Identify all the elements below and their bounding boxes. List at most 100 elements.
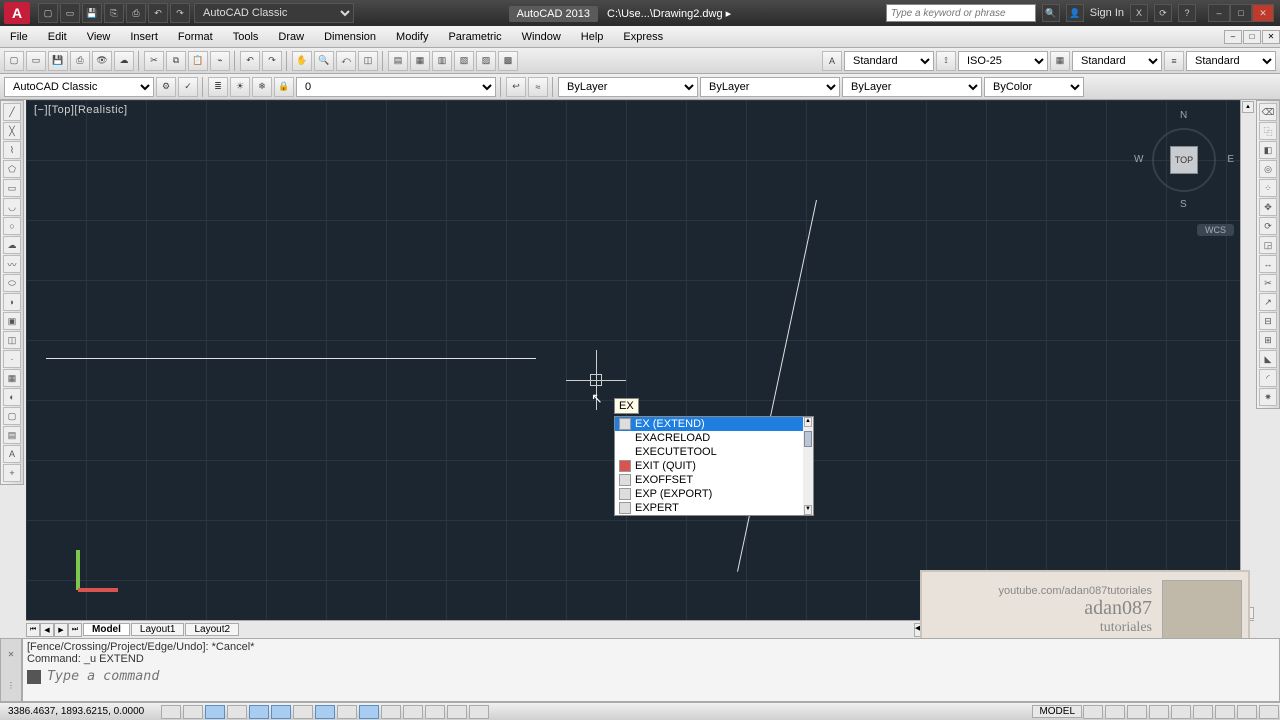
markup-icon[interactable]: ▨ bbox=[476, 51, 496, 71]
dynamic-input[interactable]: EX bbox=[614, 398, 639, 414]
qat-open-icon[interactable]: ▭ bbox=[60, 3, 80, 23]
exchange-icon[interactable]: X bbox=[1130, 4, 1148, 22]
sb-lwt-icon[interactable] bbox=[381, 705, 401, 719]
sb-sc-icon[interactable] bbox=[447, 705, 467, 719]
sb-annovis-icon[interactable] bbox=[1149, 705, 1169, 719]
menu-parametric[interactable]: Parametric bbox=[438, 29, 511, 45]
line-icon[interactable]: ╱ bbox=[3, 103, 21, 121]
insert-icon[interactable]: ▣ bbox=[3, 312, 21, 330]
vertical-scrollbar[interactable]: ▲ ▼ bbox=[1240, 100, 1254, 620]
command-input[interactable] bbox=[47, 669, 1275, 684]
coordinates[interactable]: 3386.4637, 1893.6215, 0.0000 bbox=[0, 706, 160, 717]
rectangle-icon[interactable]: ▭ bbox=[3, 179, 21, 197]
maximize-button[interactable]: □ bbox=[1230, 4, 1252, 22]
layer-prev-icon[interactable]: ↩ bbox=[506, 77, 526, 97]
menu-help[interactable]: Help bbox=[571, 29, 614, 45]
drawing-area[interactable]: [−][Top][Realistic] ↖ EX EX (EXTEND) EXA… bbox=[26, 100, 1254, 620]
sb-infer-icon[interactable] bbox=[161, 705, 181, 719]
cut-icon[interactable]: ✂ bbox=[144, 51, 164, 71]
erase-icon[interactable]: ⌫ bbox=[1259, 103, 1277, 121]
polygon-icon[interactable]: ⬠ bbox=[3, 160, 21, 178]
sb-osnap-icon[interactable] bbox=[271, 705, 291, 719]
tab-first-icon[interactable]: ⏮ bbox=[26, 623, 40, 637]
sb-ortho-icon[interactable] bbox=[227, 705, 247, 719]
cmd-close-icon[interactable]: ✕ bbox=[1, 639, 21, 670]
menu-view[interactable]: View bbox=[77, 29, 121, 45]
menu-modify[interactable]: Modify bbox=[386, 29, 438, 45]
tablestyle-dropdown[interactable]: Standard bbox=[1072, 51, 1162, 71]
zoom-win-icon[interactable]: ◫ bbox=[358, 51, 378, 71]
textstyle-dropdown[interactable]: Standard bbox=[844, 51, 934, 71]
viewport-label[interactable]: [−][Top][Realistic] bbox=[34, 104, 128, 116]
ac-item-executetool[interactable]: EXECUTETOOL bbox=[615, 445, 813, 459]
layer-states-icon[interactable]: ☀ bbox=[230, 77, 250, 97]
menu-dimension[interactable]: Dimension bbox=[314, 29, 386, 45]
signin-link[interactable]: Sign In bbox=[1090, 7, 1124, 19]
autocomplete-scrollbar[interactable]: ▲ ▼ bbox=[803, 417, 813, 515]
qat-saveas-icon[interactable]: ⎘ bbox=[104, 3, 124, 23]
viewcube-north[interactable]: N bbox=[1180, 110, 1187, 121]
plot-icon[interactable]: ⎙ bbox=[70, 51, 90, 71]
user-icon[interactable]: 👤 bbox=[1066, 4, 1084, 22]
menu-window[interactable]: Window bbox=[512, 29, 571, 45]
tab-next-icon[interactable]: ▶ bbox=[54, 623, 68, 637]
ac-item-extend[interactable]: EX (EXTEND) bbox=[615, 417, 813, 431]
block-icon[interactable]: ◫ bbox=[3, 331, 21, 349]
publish-icon[interactable]: ☁ bbox=[114, 51, 134, 71]
rotate-icon[interactable]: ⟳ bbox=[1259, 217, 1277, 235]
move-icon[interactable]: ✥ bbox=[1259, 198, 1277, 216]
arc-icon[interactable]: ◡ bbox=[3, 198, 21, 216]
plotstyle-dropdown[interactable]: ByColor bbox=[984, 77, 1084, 97]
zoom-icon[interactable]: 🔍 bbox=[314, 51, 334, 71]
viewcube-east[interactable]: E bbox=[1227, 154, 1234, 165]
match-icon[interactable]: ⌁ bbox=[210, 51, 230, 71]
minimize-button[interactable]: – bbox=[1208, 4, 1230, 22]
table-icon[interactable]: ▤ bbox=[3, 426, 21, 444]
sb-dyn-icon[interactable] bbox=[359, 705, 379, 719]
scroll-thumb[interactable] bbox=[804, 431, 812, 447]
close-button[interactable]: ✕ bbox=[1252, 4, 1274, 22]
toolpal-icon[interactable]: ▥ bbox=[432, 51, 452, 71]
workspace-dropdown[interactable]: AutoCAD Classic bbox=[194, 3, 354, 23]
addsel-icon[interactable]: + bbox=[3, 464, 21, 482]
open-icon[interactable]: ▭ bbox=[26, 51, 46, 71]
sb-grid-icon[interactable] bbox=[205, 705, 225, 719]
new-icon[interactable]: ▢ bbox=[4, 51, 24, 71]
ws-save-icon[interactable]: ✓ bbox=[178, 77, 198, 97]
undo-icon[interactable]: ↶ bbox=[240, 51, 260, 71]
pan-icon[interactable]: ✋ bbox=[292, 51, 312, 71]
pline-icon[interactable]: ⌇ bbox=[3, 141, 21, 159]
sb-lock-icon[interactable] bbox=[1193, 705, 1213, 719]
mlstyle-icon[interactable]: ≡ bbox=[1164, 51, 1184, 71]
copy-obj-icon[interactable]: ⿻ bbox=[1259, 122, 1277, 140]
break-icon[interactable]: ⊟ bbox=[1259, 312, 1277, 330]
entity-line-horizontal[interactable] bbox=[46, 358, 536, 359]
sb-qp-icon[interactable] bbox=[425, 705, 445, 719]
props-icon[interactable]: ▤ bbox=[388, 51, 408, 71]
sb-snap-icon[interactable] bbox=[183, 705, 203, 719]
gradient-icon[interactable]: ◐ bbox=[3, 388, 21, 406]
layer-dropdown[interactable]: 0 bbox=[296, 77, 496, 97]
wcs-label[interactable]: WCS bbox=[1197, 224, 1234, 236]
qat-save-icon[interactable]: 💾 bbox=[82, 3, 102, 23]
help-search-input[interactable] bbox=[886, 4, 1036, 22]
chamfer-icon[interactable]: ◣ bbox=[1259, 350, 1277, 368]
child-minimize-button[interactable]: – bbox=[1224, 30, 1242, 44]
sb-polar-icon[interactable] bbox=[249, 705, 269, 719]
redo-icon[interactable]: ↷ bbox=[262, 51, 282, 71]
layer-props-icon[interactable]: ≣ bbox=[208, 77, 228, 97]
revcloud-icon[interactable]: ☁ bbox=[3, 236, 21, 254]
sb-otrack-icon[interactable] bbox=[315, 705, 335, 719]
preview-icon[interactable]: 👁 bbox=[92, 51, 112, 71]
array-icon[interactable]: ⁘ bbox=[1259, 179, 1277, 197]
cmd-grip-icon[interactable]: ⋮ bbox=[1, 670, 21, 701]
lineweight-dropdown[interactable]: ByLayer bbox=[842, 77, 982, 97]
sb-tpy-icon[interactable] bbox=[403, 705, 423, 719]
color-dropdown[interactable]: ByLayer bbox=[558, 77, 698, 97]
child-restore-button[interactable]: □ bbox=[1243, 30, 1261, 44]
workspace-select[interactable]: AutoCAD Classic bbox=[4, 77, 154, 97]
ellipse-icon[interactable]: ⬭ bbox=[3, 274, 21, 292]
tab-model[interactable]: Model bbox=[83, 623, 130, 636]
spline-icon[interactable]: 〰 bbox=[3, 255, 21, 273]
child-close-button[interactable]: ✕ bbox=[1262, 30, 1280, 44]
